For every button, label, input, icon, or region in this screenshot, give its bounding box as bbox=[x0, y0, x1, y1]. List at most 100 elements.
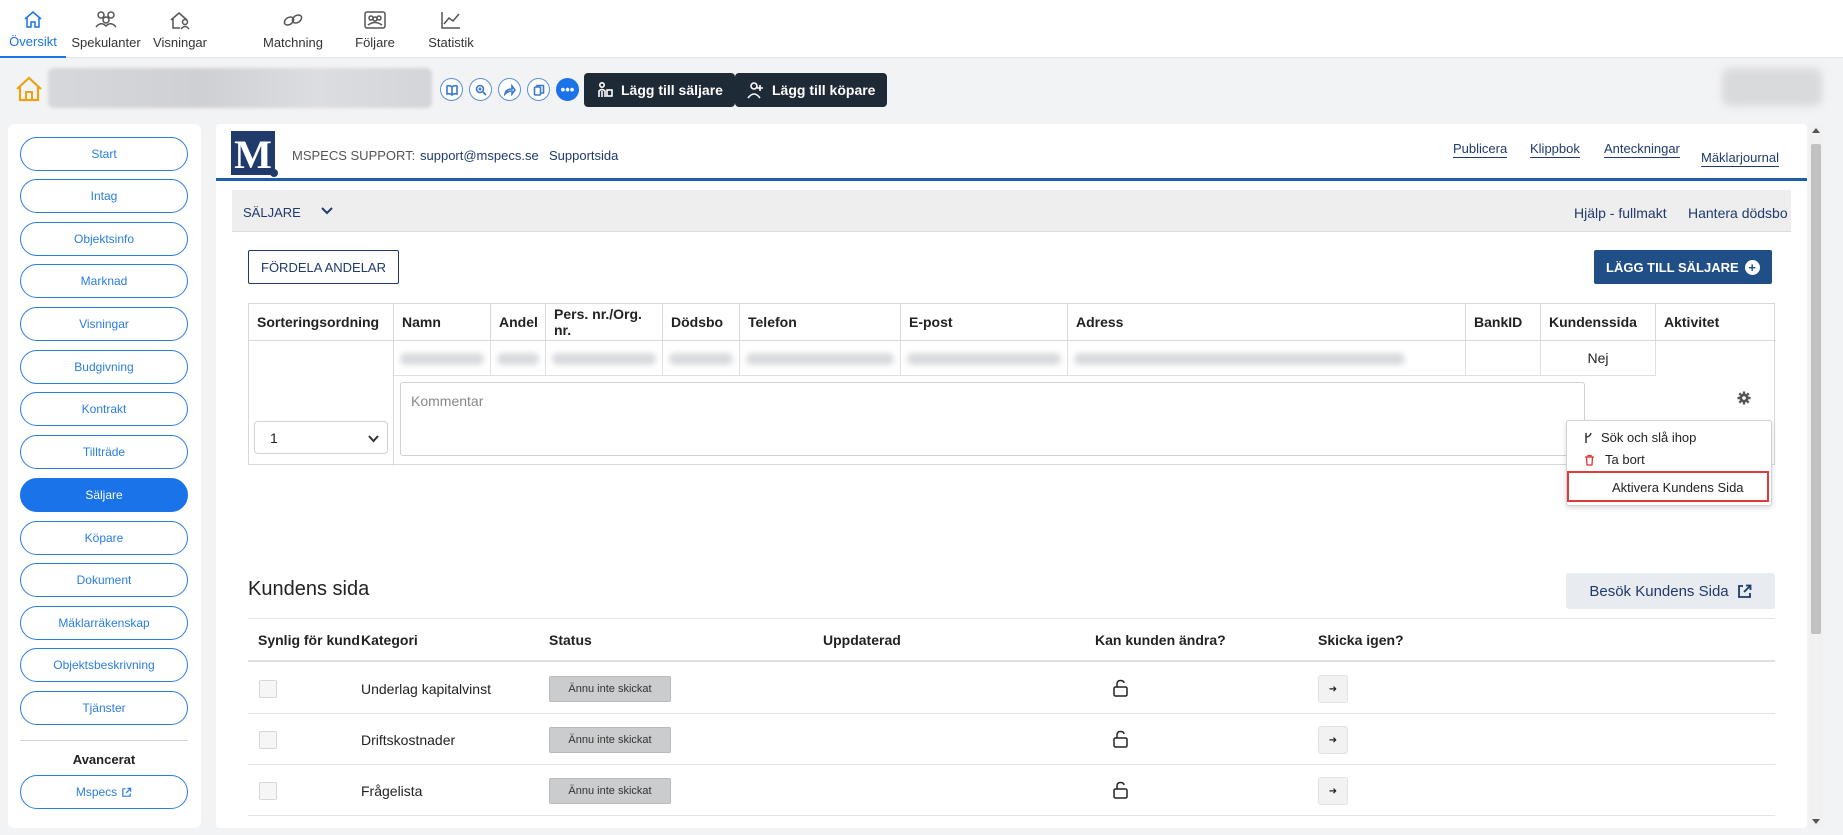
unlock-icon[interactable] bbox=[1112, 730, 1129, 748]
sidebar: Start Intag Objektsinfo Marknad Visninga… bbox=[8, 124, 201, 828]
sidebar-item-mspecs[interactable]: Mspecs bbox=[20, 775, 188, 809]
manage-estate-link[interactable]: Hantera dödsbo bbox=[1688, 205, 1788, 221]
col-share: Andel bbox=[491, 304, 546, 341]
tab-foljare[interactable]: Följare bbox=[350, 0, 400, 58]
add-buyer-button[interactable]: Lägg till köpare bbox=[735, 73, 888, 107]
seller-section-title[interactable]: SÄLJARE bbox=[243, 205, 301, 220]
arrow-right-icon: ➜ bbox=[1328, 785, 1338, 797]
redacted-value bbox=[669, 353, 733, 365]
mspecs-logo: M bbox=[231, 131, 278, 177]
col-updated: Uppdaterad bbox=[823, 632, 901, 648]
sidebar-item-start[interactable]: Start bbox=[20, 137, 188, 171]
home-icon[interactable] bbox=[14, 75, 44, 103]
klippbok-link[interactable]: Klippbok bbox=[1530, 141, 1580, 158]
tab-label: Spekulanter bbox=[71, 34, 141, 50]
category-cell: Underlag kapitalvinst bbox=[361, 681, 491, 697]
sidebar-item-kopare[interactable]: Köpare bbox=[20, 521, 188, 555]
col-category: Kategori bbox=[361, 632, 418, 648]
add-seller-button[interactable]: Lägg till säljare bbox=[584, 73, 735, 107]
help-power-of-attorney-link[interactable]: Hjälp - fullmakt bbox=[1574, 205, 1667, 221]
unlock-icon[interactable] bbox=[1112, 781, 1129, 799]
sort-cell: 1 bbox=[249, 341, 394, 466]
sidebar-item-kontrakt[interactable]: Kontrakt bbox=[20, 392, 188, 426]
tab-spekulanter[interactable]: Spekulanter bbox=[71, 0, 141, 58]
seller-share-cell bbox=[491, 341, 546, 376]
resend-button[interactable]: ➜ bbox=[1318, 726, 1348, 754]
publicera-link[interactable]: Publicera bbox=[1453, 141, 1508, 158]
sidebar-divider bbox=[20, 740, 188, 741]
scroll-thumb[interactable] bbox=[1811, 144, 1821, 634]
more-button[interactable]: ••• bbox=[556, 78, 579, 101]
support-email-link[interactable]: support@mspecs.se bbox=[420, 148, 539, 163]
sidebar-item-saljare[interactable]: Säljare bbox=[20, 478, 188, 512]
book-button[interactable] bbox=[440, 78, 463, 101]
tab-matchning[interactable]: Matchning bbox=[258, 0, 328, 58]
seller-name-cell bbox=[394, 341, 491, 376]
resend-button[interactable]: ➜ bbox=[1318, 777, 1348, 805]
menu-item-activate-customer-page[interactable]: Aktivera Kundens Sida bbox=[1567, 471, 1769, 502]
group-icon bbox=[364, 10, 386, 29]
sort-order-value: 1 bbox=[270, 429, 278, 446]
tab-oversikt[interactable]: Översikt bbox=[0, 0, 66, 58]
zoom-icon bbox=[475, 84, 487, 96]
chevron-down-icon[interactable] bbox=[320, 204, 334, 218]
copy-button[interactable] bbox=[527, 78, 550, 101]
distribute-shares-button[interactable]: FÖRDELA ANDELAR bbox=[248, 250, 399, 284]
unlock-icon[interactable] bbox=[1112, 679, 1129, 697]
share-button[interactable] bbox=[498, 78, 521, 101]
redacted-value bbox=[400, 353, 484, 365]
customer-table-header: Synlig för kund Kategori Status Uppdater… bbox=[248, 618, 1775, 662]
main-scrollbar[interactable] bbox=[1809, 124, 1823, 828]
tab-statistik[interactable]: Statistik bbox=[424, 0, 478, 58]
top-navigation: Översikt Spekulanter Visningar Matchning… bbox=[0, 0, 1843, 58]
share-icon bbox=[503, 83, 516, 96]
sidebar-item-visningar[interactable]: Visningar bbox=[20, 307, 188, 341]
col-resend: Skicka igen? bbox=[1318, 632, 1404, 648]
support-page-link[interactable]: Supportsida bbox=[549, 148, 618, 163]
sidebar-item-tjanster[interactable]: Tjänster bbox=[20, 691, 188, 725]
menu-label: Aktivera Kundens Sida bbox=[1612, 480, 1744, 495]
visible-checkbox[interactable] bbox=[259, 782, 277, 800]
status-badge: Ännu inte skickat bbox=[549, 676, 671, 702]
add-seller-section-button[interactable]: LÄGG TILL SÄLJARE + bbox=[1594, 250, 1772, 284]
scroll-down-icon[interactable] bbox=[1812, 819, 1820, 824]
sort-order-select[interactable]: 1 bbox=[254, 421, 388, 454]
col-visible: Synlig för kund bbox=[258, 632, 360, 648]
redacted-value bbox=[552, 353, 656, 365]
comment-field[interactable]: Kommentar bbox=[400, 382, 1585, 456]
copy-icon bbox=[533, 84, 544, 96]
sidebar-item-marknad[interactable]: Marknad bbox=[20, 264, 188, 298]
sidebar-item-maklarrakenskap[interactable]: Mäklarräkenskap bbox=[20, 606, 188, 640]
arrow-right-icon: ➜ bbox=[1328, 683, 1338, 695]
visible-checkbox[interactable] bbox=[259, 680, 277, 698]
maklarjournal-link[interactable]: Mäklarjournal bbox=[1701, 150, 1780, 167]
seller-email-cell bbox=[901, 341, 1068, 376]
col-can-edit: Kan kunden ändra? bbox=[1095, 632, 1226, 648]
col-estate: Dödsbo bbox=[663, 304, 740, 341]
sidebar-item-tilltrade[interactable]: Tillträde bbox=[20, 435, 188, 469]
zoom-button[interactable] bbox=[469, 78, 492, 101]
menu-item-search-merge[interactable]: Sök och slå ihop bbox=[1584, 430, 1696, 445]
col-address: Adress bbox=[1068, 304, 1466, 341]
chart-icon bbox=[441, 11, 460, 29]
main-panel: M MSPECS SUPPORT: support@mspecs.se Supp… bbox=[216, 124, 1807, 828]
anteckningar-link[interactable]: Anteckningar bbox=[1604, 141, 1680, 158]
sidebar-item-intag[interactable]: Intag bbox=[20, 179, 188, 213]
sidebar-item-objektsbeskrivning[interactable]: Objektsbeskrivning bbox=[20, 648, 188, 682]
scroll-up-icon[interactable] bbox=[1812, 128, 1820, 133]
visit-customer-page-button[interactable]: Besök Kundens Sida bbox=[1566, 573, 1775, 609]
sidebar-item-dokument[interactable]: Dokument bbox=[20, 563, 188, 597]
book-icon bbox=[445, 84, 458, 96]
tab-label: Översikt bbox=[9, 33, 57, 49]
menu-item-delete[interactable]: Ta bort bbox=[1584, 452, 1645, 467]
sidebar-item-objektsinfo[interactable]: Objektsinfo bbox=[20, 222, 188, 256]
col-customer-page: Kundenssida bbox=[1541, 304, 1656, 341]
seller-section-header: SÄLJARE Hjälp - fullmakt Hantera dödsbo bbox=[232, 190, 1791, 232]
visible-checkbox[interactable] bbox=[259, 731, 277, 749]
mspecs-label: Mspecs bbox=[75, 785, 118, 799]
tab-visningar[interactable]: Visningar bbox=[150, 0, 210, 58]
sidebar-item-budgivning[interactable]: Budgivning bbox=[20, 350, 188, 384]
gear-icon[interactable] bbox=[1736, 390, 1752, 406]
seller-estate-cell bbox=[663, 341, 740, 376]
resend-button[interactable]: ➜ bbox=[1318, 675, 1348, 703]
